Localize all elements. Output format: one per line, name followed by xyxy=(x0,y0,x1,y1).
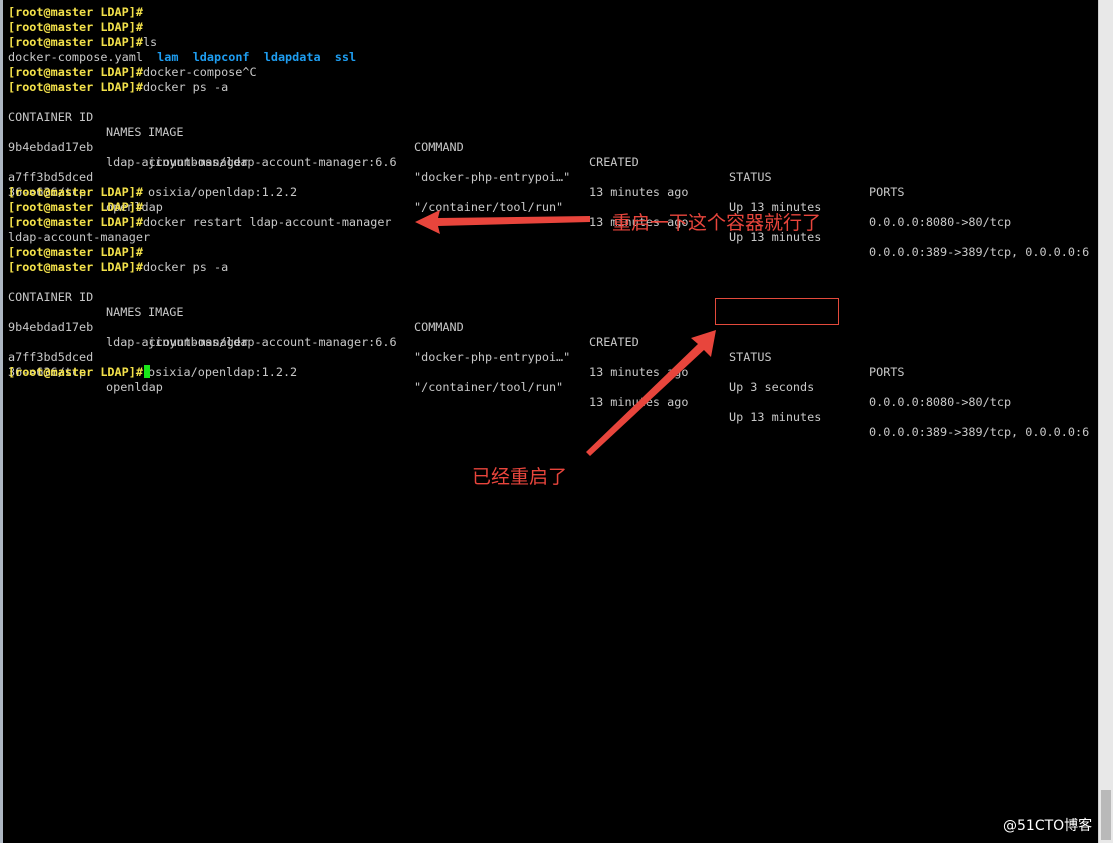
vertical-scrollbar[interactable] xyxy=(1098,0,1113,843)
restart-annotation: 重启一下这个容器就行了 xyxy=(612,212,822,234)
restarted-annotation: 已经重启了 xyxy=(472,466,568,488)
watermark: @51CTO博客 xyxy=(1003,818,1093,834)
annotation-arrows xyxy=(415,210,716,456)
scrollbar-thumb[interactable] xyxy=(1101,790,1111,840)
arrow-to-restart-command xyxy=(415,210,590,234)
arrow-to-status-box xyxy=(586,330,716,456)
